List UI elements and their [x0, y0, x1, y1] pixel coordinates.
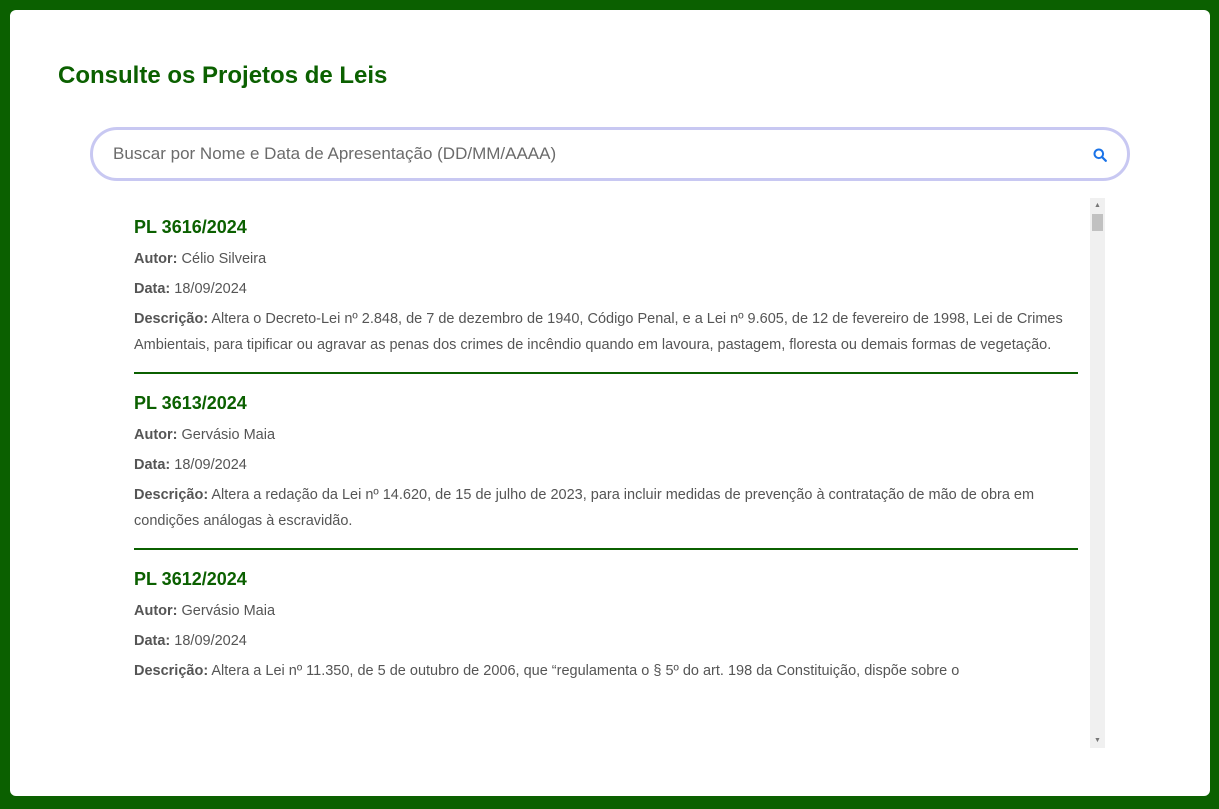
project-author: Autor: Gervásio Maia: [134, 598, 1078, 624]
author-value: Célio Silveira: [181, 251, 267, 267]
scrollbar[interactable]: ▲ ▼: [1090, 198, 1105, 748]
description-value: Altera o Decreto-Lei nº 2.848, de 7 de d…: [134, 311, 1063, 353]
list-item: PL 3612/2024 Autor: Gervásio Maia Data: …: [134, 550, 1078, 698]
date-label: Data:: [134, 457, 171, 473]
search-input[interactable]: [113, 130, 1073, 178]
projects-list-container: PL 3616/2024 Autor: Célio Silveira Data:…: [134, 198, 1105, 748]
projects-list: PL 3616/2024 Autor: Célio Silveira Data:…: [134, 198, 1078, 748]
project-author: Autor: Célio Silveira: [134, 246, 1078, 272]
scrollbar-thumb[interactable]: [1092, 214, 1103, 231]
project-date: Data: 18/09/2024: [134, 452, 1078, 478]
search-icon[interactable]: [1093, 148, 1107, 162]
description-value: Altera a Lei nº 11.350, de 5 de outubro …: [211, 663, 960, 679]
project-author: Autor: Gervásio Maia: [134, 422, 1078, 448]
description-label: Descrição:: [134, 663, 209, 679]
description-label: Descrição:: [134, 487, 209, 503]
author-label: Autor:: [134, 251, 178, 267]
author-value: Gervásio Maia: [181, 427, 276, 443]
project-description: Descrição: Altera o Decreto-Lei nº 2.848…: [134, 306, 1078, 358]
scroll-up-arrow-icon[interactable]: ▲: [1090, 198, 1105, 213]
date-label: Data:: [134, 281, 171, 297]
project-date: Data: 18/09/2024: [134, 276, 1078, 302]
search-box[interactable]: [90, 127, 1130, 181]
list-item: PL 3613/2024 Autor: Gervásio Maia Data: …: [134, 374, 1078, 550]
project-title[interactable]: PL 3613/2024: [134, 388, 1078, 418]
date-label: Data:: [134, 633, 171, 649]
author-label: Autor:: [134, 427, 178, 443]
scroll-down-arrow-icon[interactable]: ▼: [1090, 733, 1105, 748]
project-title[interactable]: PL 3616/2024: [134, 212, 1078, 242]
description-value: Altera a redação da Lei nº 14.620, de 15…: [134, 487, 1035, 529]
project-title[interactable]: PL 3612/2024: [134, 564, 1078, 594]
date-value: 18/09/2024: [174, 633, 247, 649]
main-card: Consulte os Projetos de Leis PL 3616/202…: [10, 10, 1210, 796]
project-date: Data: 18/09/2024: [134, 628, 1078, 654]
project-description: Descrição: Altera a redação da Lei nº 14…: [134, 482, 1078, 534]
date-value: 18/09/2024: [174, 281, 247, 297]
project-description: Descrição: Altera a Lei nº 11.350, de 5 …: [134, 658, 1078, 684]
author-value: Gervásio Maia: [181, 603, 276, 619]
page-title: Consulte os Projetos de Leis: [58, 62, 388, 89]
list-item: PL 3616/2024 Autor: Célio Silveira Data:…: [134, 198, 1078, 374]
description-label: Descrição:: [134, 311, 209, 327]
author-label: Autor:: [134, 603, 178, 619]
date-value: 18/09/2024: [174, 457, 247, 473]
